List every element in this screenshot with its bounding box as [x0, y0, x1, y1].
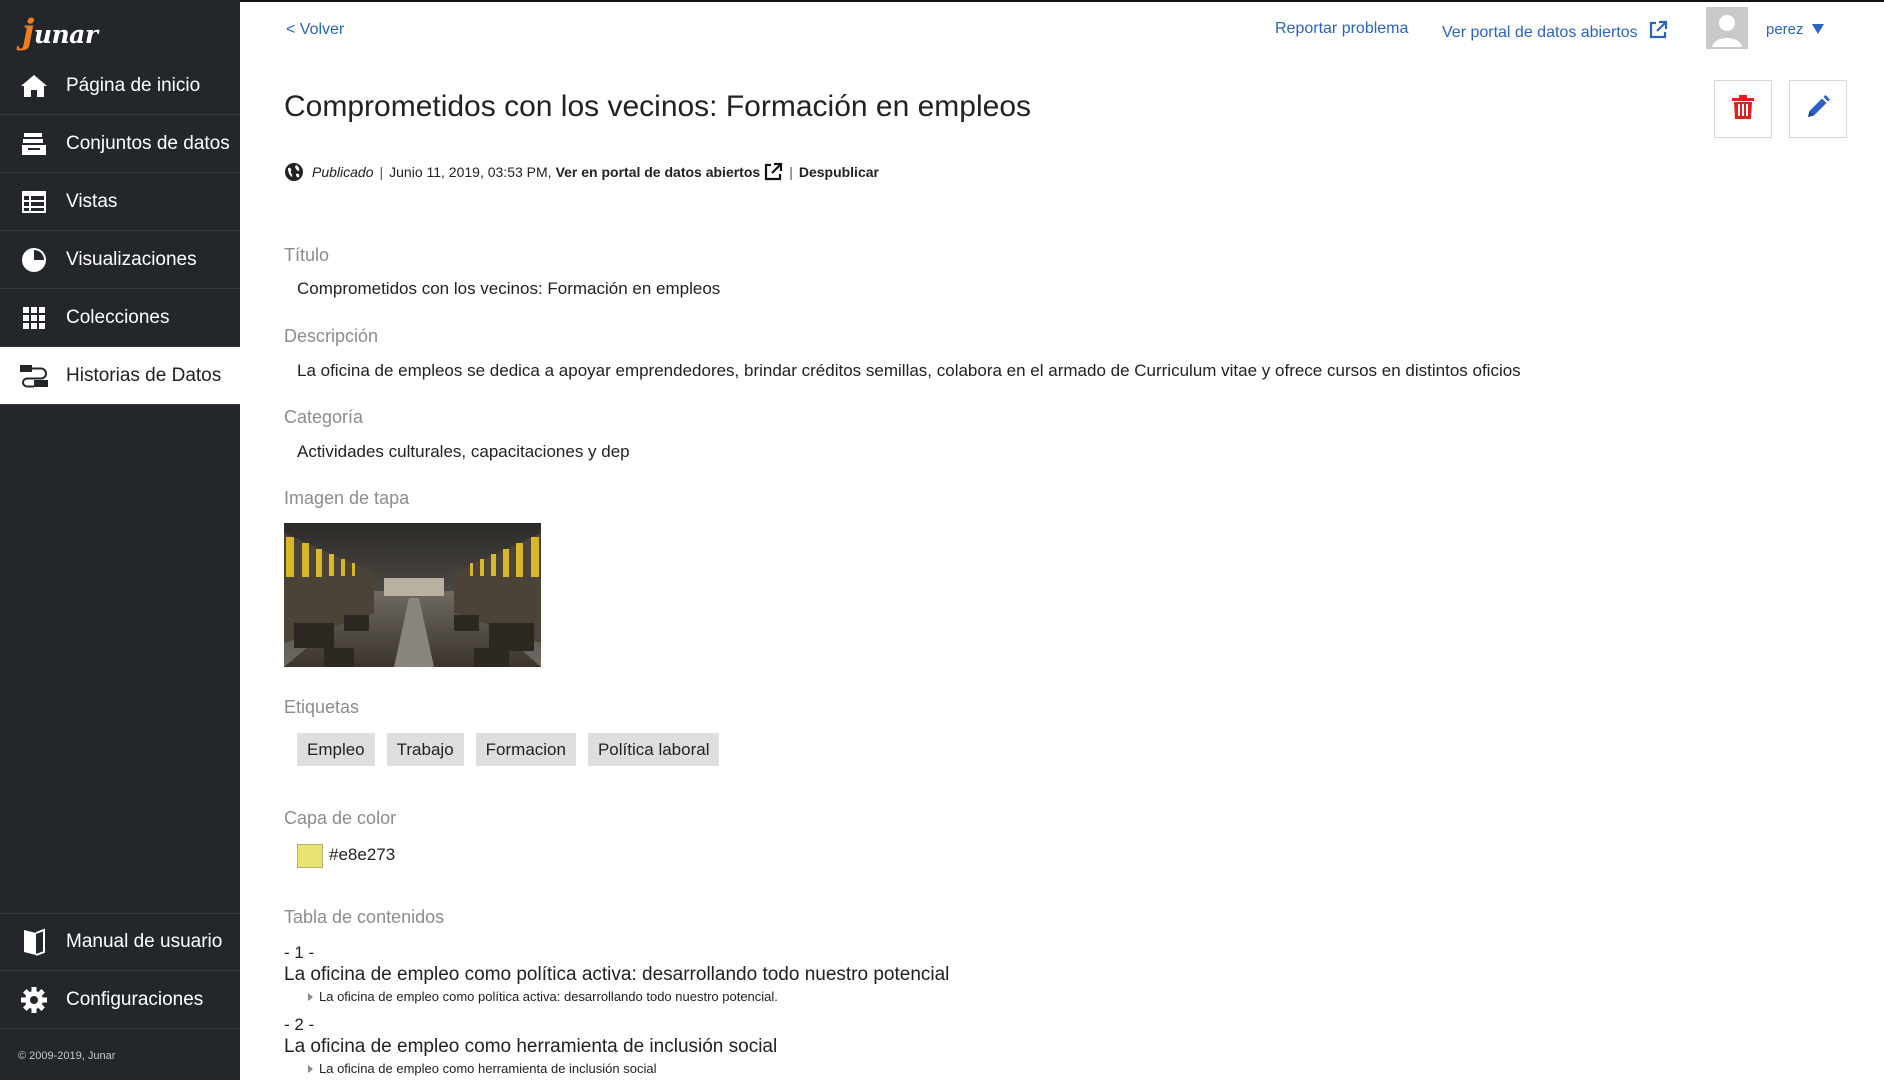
color-value: #e8e273 — [329, 845, 396, 864]
sidebar-item-collections[interactable]: Colecciones — [0, 289, 240, 347]
grid-icon — [18, 302, 50, 334]
toc-title[interactable]: La oficina de empleo como herramienta de… — [284, 1036, 777, 1058]
title-label: Título — [284, 245, 330, 265]
cover-image — [284, 523, 541, 667]
book-icon — [18, 926, 50, 958]
bullet-triangle-icon — [308, 992, 313, 1001]
description-label: Descripción — [284, 326, 379, 346]
trash-icon — [1731, 94, 1755, 125]
tag-chip[interactable]: Formacion — [475, 733, 576, 766]
sidebar-item-datasets[interactable]: Conjuntos de datos — [0, 115, 240, 173]
sidebar-item-label: Manual de usuario — [66, 931, 223, 952]
sidebar-item-visualizations[interactable]: Visualizaciones — [0, 231, 240, 289]
publish-meta: Publicado | Junio 11, 2019, 03:53 PM, Ve… — [284, 162, 879, 182]
avatar[interactable] — [1706, 7, 1748, 49]
separator: | — [789, 164, 793, 180]
toc-label: Tabla de contenidos — [284, 907, 445, 927]
globe-icon — [284, 162, 304, 182]
status-label: Publicado — [312, 164, 374, 180]
tags-list: Empleo Trabajo Formacion Política labora… — [297, 733, 720, 766]
sidebar: junar Página de inicio Conjuntos de dato… — [0, 0, 240, 1080]
toc-number: - 1 - — [284, 943, 315, 962]
home-icon — [18, 70, 50, 102]
sidebar-item-label: Conjuntos de datos — [66, 132, 230, 154]
gear-icon — [18, 984, 50, 1016]
tag-chip[interactable]: Empleo — [297, 733, 375, 766]
category-label: Categoría — [284, 407, 364, 427]
page-title: Comprometidos con los vecinos: Formación… — [284, 90, 1031, 123]
toc-subitem-label: La oficina de empleo como política activ… — [319, 989, 778, 1004]
user-menu[interactable]: perez — [1766, 21, 1824, 38]
toc-number: - 2 - — [284, 1015, 315, 1034]
logo-text: unar — [33, 19, 98, 49]
tags-label: Etiquetas — [284, 697, 360, 717]
portal-link-label: Ver portal de datos abiertos — [1442, 23, 1638, 41]
external-link-icon — [1648, 20, 1668, 45]
unpublish-link[interactable]: Despublicar — [799, 164, 879, 180]
top-border — [240, 0, 1884, 2]
sidebar-item-settings[interactable]: Configuraciones — [0, 971, 240, 1029]
title-value: Comprometidos con los vecinos: Formación… — [297, 279, 721, 298]
sidebar-item-label: Vistas — [66, 190, 118, 212]
username: perez — [1766, 21, 1804, 38]
delete-button[interactable] — [1714, 80, 1772, 138]
sidebar-item-user-manual[interactable]: Manual de usuario — [0, 913, 240, 971]
sidebar-item-label: Colecciones — [66, 306, 170, 328]
caret-down-icon — [1811, 21, 1824, 38]
data-story-icon — [18, 360, 50, 392]
sidebar-item-home[interactable]: Página de inicio — [0, 57, 240, 115]
logo-j-mark: j — [22, 11, 34, 52]
cover-image-label: Imagen de tapa — [284, 488, 410, 508]
tag-chip[interactable]: Trabajo — [386, 733, 464, 766]
pencil-icon — [1805, 94, 1831, 125]
toc-title[interactable]: La oficina de empleo como política activ… — [284, 964, 949, 986]
pie-chart-icon — [18, 244, 50, 276]
category-value: Actividades culturales, capacitaciones y… — [297, 442, 630, 461]
description-value: La oficina de empleos se dedica a apoyar… — [297, 361, 1521, 380]
separator: | — [379, 164, 384, 180]
sidebar-item-label: Visualizaciones — [66, 248, 197, 270]
sidebar-item-label: Configuraciones — [66, 988, 204, 1010]
report-problem-link[interactable]: Reportar problema — [1275, 20, 1408, 38]
edit-button[interactable] — [1789, 80, 1847, 138]
toc-subitem[interactable]: La oficina de empleo como política activ… — [308, 989, 778, 1004]
sidebar-item-label: Historias de Datos — [66, 364, 222, 386]
junar-logo[interactable]: junar — [0, 0, 240, 57]
publish-date: Junio 11, 2019, 03:53 PM, — [389, 164, 552, 180]
tag-chip[interactable]: Política laboral — [587, 733, 720, 766]
sidebar-item-data-stories[interactable]: Historias de Datos — [0, 347, 240, 405]
toc-subitem[interactable]: La oficina de empleo como herramienta de… — [308, 1061, 656, 1076]
open-data-portal-link[interactable]: Ver portal de datos abiertos — [1442, 20, 1668, 45]
color-layer-label: Capa de color — [284, 808, 397, 828]
sidebar-item-views[interactable]: Vistas — [0, 173, 240, 231]
sidebar-item-label: Página de inicio — [66, 74, 201, 96]
table-icon — [18, 186, 50, 218]
bullet-triangle-icon — [308, 1064, 313, 1073]
color-swatch — [297, 844, 323, 868]
external-link-icon[interactable] — [763, 162, 783, 182]
datasets-icon — [18, 128, 50, 160]
back-link[interactable]: < Volver — [286, 21, 344, 39]
toc-subitem-label: La oficina de empleo como herramienta de… — [319, 1061, 657, 1076]
copyright: © 2009-2019, Junar — [18, 1050, 116, 1062]
view-in-portal-link[interactable]: Ver en portal de datos abiertos — [556, 164, 761, 180]
